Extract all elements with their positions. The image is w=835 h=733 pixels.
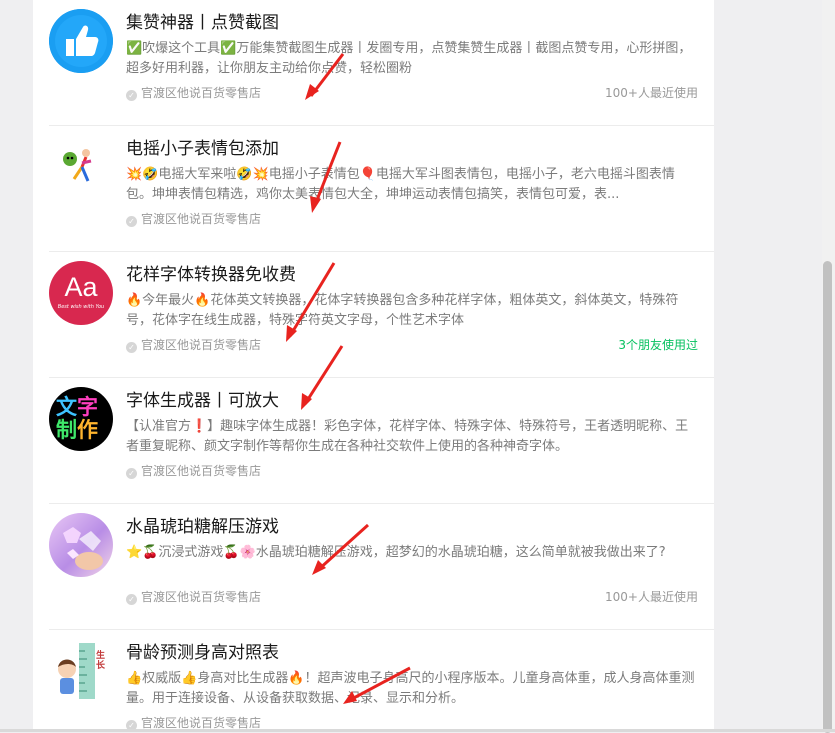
list-item[interactable]: 文字 制作 字体生成器丨可放大 【认准官方❗】趣味字体生成器！彩色字体，花样字体…	[49, 378, 714, 504]
list-item[interactable]: 生长 骨龄预测身高对照表 👍权威版👍身高对比生成器🔥！超声波电子身高尺的小程序版…	[49, 630, 714, 732]
icon-char: 文	[56, 395, 77, 419]
search-results-panel: 集赞神器丨点赞截图 ✅吹爆这个工具✅万能集赞截图生成器丨发圈专用，点赞集赞生成器…	[33, 0, 714, 732]
verified-icon: ✓	[126, 90, 137, 101]
icon-char: 字	[77, 395, 98, 419]
usage-count: 100+人最近使用	[605, 590, 698, 604]
thumbs-up-icon[interactable]	[49, 9, 113, 73]
result-description: 💥🤣电摇大军来啦🤣💥电摇小子表情包🎈电摇大军斗图表情包，电摇小子，老六电摇斗图表…	[126, 167, 675, 202]
shop-name: ✓ 官渡区他说百货零售店	[126, 84, 261, 102]
shop-label: 官渡区他说百货零售店	[141, 212, 262, 226]
result-description: ⭐🍒沉浸式游戏🍒🌸水晶琥珀糖解压游戏，超梦幻的水晶琥珀糖，这么简单就被我做出来了…	[126, 545, 666, 560]
shop-label: 官渡区他说百货零售店	[141, 590, 262, 604]
verified-icon: ✓	[126, 216, 137, 227]
aa-font-icon[interactable]: Aa Best wish with You	[49, 261, 113, 325]
result-description: 🔥今年最火🔥花体英文转换器，花体字转换器包含多种花样字体，粗体英文，斜体英文，特…	[126, 293, 679, 328]
dancing-kid-icon[interactable]	[49, 135, 113, 199]
result-meta: ✓ 官渡区他说百货零售店 100+人最近使用	[126, 588, 698, 606]
shop-name: ✓ 官渡区他说百货零售店	[126, 588, 261, 606]
icon-char: 制	[56, 418, 77, 442]
verified-icon: ✓	[126, 342, 137, 353]
verified-icon: ✓	[126, 594, 137, 605]
result-title[interactable]: 字体生成器丨可放大	[126, 386, 279, 411]
list-item[interactable]: 水晶琥珀糖解压游戏 ⭐🍒沉浸式游戏🍒🌸水晶琥珀糖解压游戏，超梦幻的水晶琥珀糖，这…	[49, 504, 714, 630]
shop-name: ✓ 官渡区他说百货零售店	[126, 462, 261, 480]
shop-label: 官渡区他说百货零售店	[141, 464, 262, 478]
shop-label: 官渡区他说百货零售店	[141, 716, 262, 730]
result-meta: ✓ 官渡区他说百货零售店 3个朋友使用过	[126, 336, 698, 354]
result-title[interactable]: 骨龄预测身高对照表	[126, 638, 279, 663]
verified-icon: ✓	[126, 468, 137, 479]
result-description: ✅吹爆这个工具✅万能集赞截图生成器丨发圈专用，点赞集赞生成器丨截图点赞专用，心形…	[126, 41, 692, 76]
shop-label: 官渡区他说百货零售店	[141, 86, 262, 100]
height-chart-icon[interactable]: 生长	[49, 639, 113, 703]
result-title[interactable]: 水晶琥珀糖解压游戏	[126, 512, 279, 537]
shop-label: 官渡区他说百货零售店	[141, 338, 262, 352]
icon-char: 作	[77, 418, 98, 442]
crystal-candy-icon[interactable]	[49, 513, 113, 577]
result-meta: ✓ 官渡区他说百货零售店	[126, 462, 698, 480]
shop-name: ✓ 官渡区他说百货零售店	[126, 210, 261, 228]
list-item[interactable]: Aa Best wish with You 花样字体转换器免收费 🔥今年最火🔥花…	[49, 252, 714, 378]
result-meta: ✓ 官渡区他说百货零售店 100+人最近使用	[126, 84, 698, 102]
font-generator-icon[interactable]: 文字 制作	[49, 387, 113, 451]
result-meta: ✓ 官渡区他说百货零售店	[126, 210, 698, 228]
icon-label: 生长	[96, 651, 106, 671]
result-description: 👍权威版👍身高对比生成器🔥！超声波电子身高尺的小程序版本。儿童身高体重，成人身高…	[126, 671, 695, 706]
list-item[interactable]: 集赞神器丨点赞截图 ✅吹爆这个工具✅万能集赞截图生成器丨发圈专用，点赞集赞生成器…	[49, 0, 714, 126]
shop-name: ✓ 官渡区他说百货零售店	[126, 336, 261, 354]
result-title[interactable]: 电摇小子表情包添加	[126, 134, 279, 159]
result-title[interactable]: 集赞神器丨点赞截图	[126, 8, 279, 33]
icon-letters: Aa	[64, 272, 98, 302]
scrollbar-thumb[interactable]	[823, 261, 832, 733]
usage-count: 100+人最近使用	[605, 86, 698, 100]
usage-count: 3个朋友使用过	[618, 338, 698, 352]
result-description: 【认准官方❗】趣味字体生成器！彩色字体，花样字体、特殊字体、特殊符号，王者透明昵…	[126, 419, 689, 454]
icon-tagline: Best wish with You	[57, 304, 105, 310]
list-item[interactable]: 电摇小子表情包添加 💥🤣电摇大军来啦🤣💥电摇小子表情包🎈电摇大军斗图表情包，电摇…	[49, 126, 714, 252]
result-title[interactable]: 花样字体转换器免收费	[126, 260, 296, 285]
